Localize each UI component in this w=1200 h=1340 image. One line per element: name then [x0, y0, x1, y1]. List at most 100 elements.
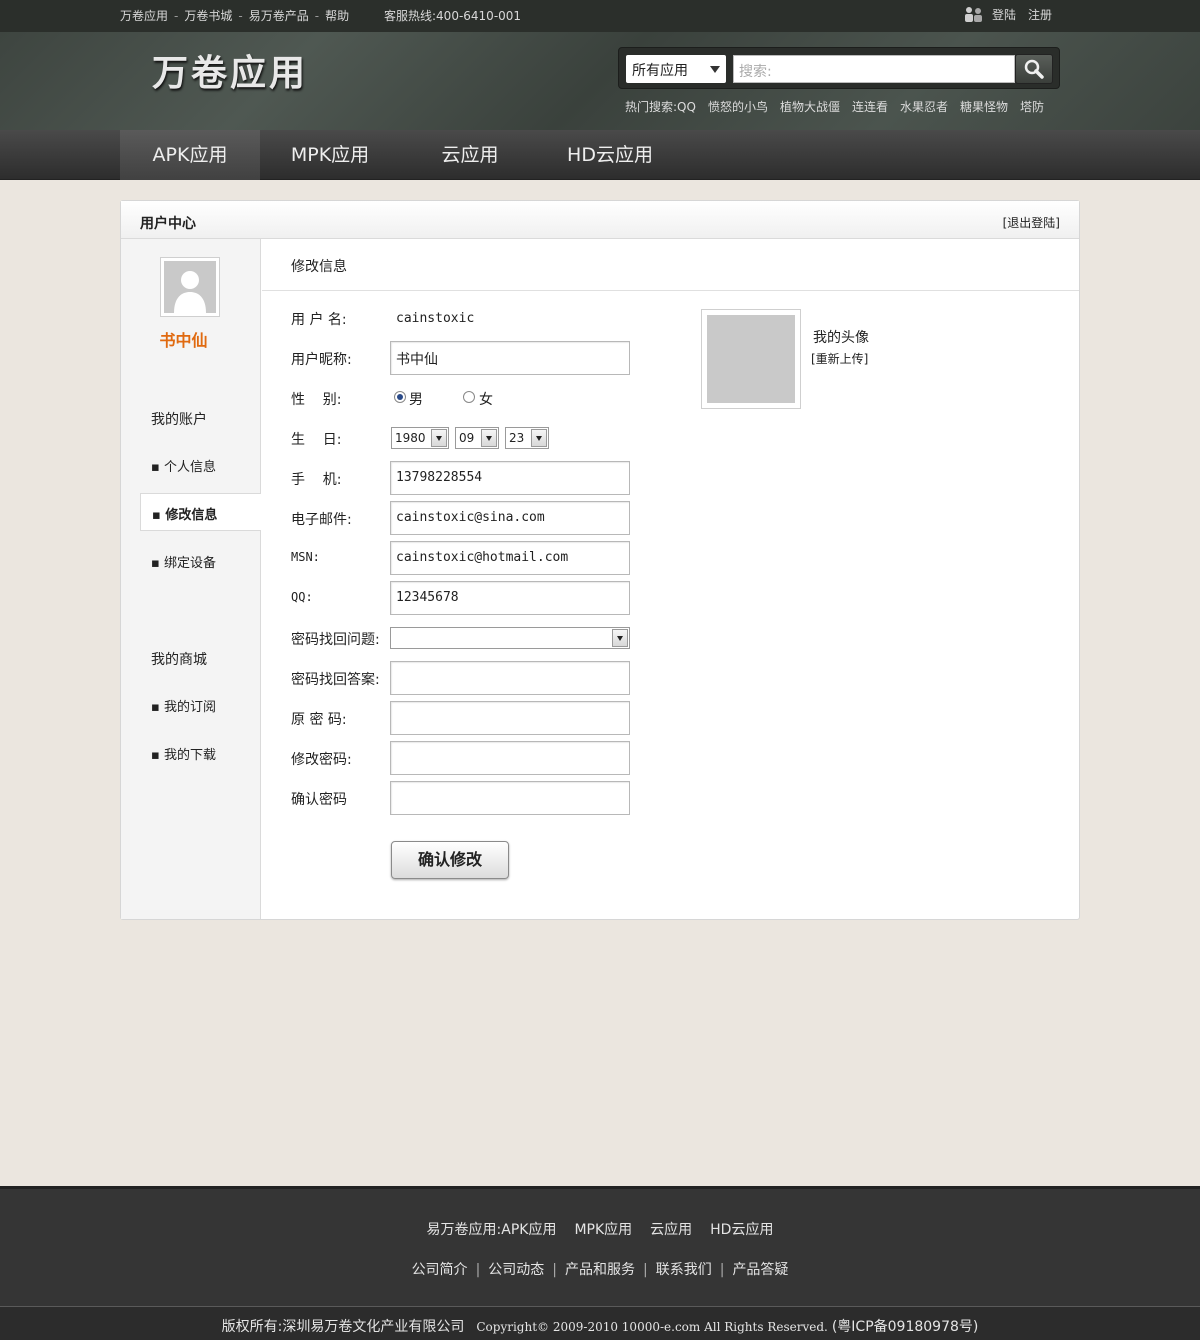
search-box: 所有应用 搜索: — [618, 47, 1060, 89]
hot-item[interactable]: 连连看 — [852, 100, 888, 114]
nav-item-cloud[interactable]: 云应用 — [400, 130, 540, 180]
nickname-input[interactable]: 书中仙 — [390, 341, 630, 375]
nav-item-mpk[interactable]: MPK应用 — [260, 130, 400, 180]
top-link-help[interactable]: 帮助 — [325, 9, 349, 23]
email-label: 电子邮件: — [291, 512, 352, 528]
sidebar-item-downloads[interactable]: ▪ 我的下载 — [151, 744, 216, 763]
footer-link-news[interactable]: 公司动态 — [488, 1262, 544, 1278]
nav-item-hd-cloud[interactable]: HD云应用 — [540, 130, 680, 180]
security-question-select[interactable] — [390, 627, 630, 649]
search-input[interactable]: 搜索: — [733, 55, 1015, 83]
content-header: 修改信息 — [262, 239, 1079, 291]
footer-link-apk[interactable]: 易万卷应用:APK应用 — [427, 1222, 557, 1238]
phone-input[interactable]: 13798228554 — [390, 461, 630, 495]
birth-year-select[interactable]: 1980 — [391, 427, 449, 449]
birth-day-select[interactable]: 23 — [505, 427, 549, 449]
register-link[interactable]: 注册 — [1028, 8, 1052, 22]
birthday-label: 生 日: — [291, 432, 342, 448]
msn-input[interactable]: cainstoxic@hotmail.com — [390, 541, 630, 575]
confirm-submit-button[interactable]: 确认修改 — [391, 841, 509, 879]
icp-number: (粤ICP备09180978号) — [831, 1319, 979, 1335]
search-scope-value: 所有应用 — [632, 63, 688, 79]
reupload-avatar-link[interactable]: [重新上传] — [811, 350, 868, 367]
gender-male-radio[interactable] — [394, 391, 406, 403]
username-value: cainstoxic — [396, 311, 475, 326]
hot-item[interactable]: 水果忍者 — [900, 100, 948, 114]
email-input[interactable]: cainstoxic@sina.com — [390, 501, 630, 535]
security-answer-input[interactable] — [390, 661, 630, 695]
footer-link-contact[interactable]: 联系我们 — [656, 1262, 712, 1278]
sidebar-username: 书中仙 — [159, 331, 208, 350]
footer-link-services[interactable]: 产品和服务 — [565, 1262, 635, 1278]
hotline-text: 客服热线:400-6410-001 — [384, 9, 522, 23]
chevron-down-icon — [481, 429, 497, 447]
avatar-preview — [701, 309, 801, 409]
footer-link-cloud[interactable]: 云应用 — [650, 1222, 692, 1238]
avatar — [160, 257, 220, 317]
sidebar-item-profile[interactable]: ▪ 个人信息 — [151, 456, 216, 475]
search-button[interactable] — [1015, 54, 1053, 84]
new-password-label: 修改密码: — [291, 752, 352, 768]
panel-title: 用户中心 — [140, 216, 196, 232]
footer-link-about[interactable]: 公司简介 — [412, 1262, 468, 1278]
phone-label: 手 机: — [291, 472, 342, 488]
footer-link-faq[interactable]: 产品答疑 — [732, 1262, 788, 1278]
qq-label: QQ: — [291, 590, 313, 604]
sidebar-group-account: 我的账户 — [151, 412, 207, 428]
search-icon — [1024, 59, 1044, 79]
sidebar-item-edit-info[interactable]: ▪ 修改信息 — [140, 493, 261, 531]
hot-item[interactable]: 愤怒的小鸟 — [708, 100, 768, 114]
top-links: 万卷应用 - 万卷书城 - 易万卷产品 - 帮助 — [120, 9, 350, 23]
hot-item[interactable]: QQ — [677, 100, 696, 114]
old-password-input[interactable] — [390, 701, 630, 735]
panel-header: 用户中心 [退出登陆] — [121, 201, 1079, 239]
default-user-icon — [164, 261, 216, 313]
hot-item[interactable]: 塔防 — [1020, 100, 1044, 114]
confirm-password-label: 确认密码 — [291, 792, 347, 808]
birth-month-value: 09 — [459, 431, 475, 445]
search-scope-select[interactable]: 所有应用 — [626, 55, 726, 83]
top-link-products[interactable]: 易万卷产品 — [249, 9, 309, 23]
user-links: 登陆 注册 — [964, 6, 1052, 23]
nickname-label: 用户昵称: — [291, 352, 352, 368]
sidebar-group-store: 我的商城 — [151, 652, 207, 668]
section-title: 修改信息 — [291, 259, 347, 275]
logout-link[interactable]: [退出登陆] — [1003, 214, 1060, 231]
gender-male-label: 男 — [409, 392, 423, 408]
new-password-input[interactable] — [390, 741, 630, 775]
gender-label: 性 别: — [291, 392, 342, 408]
users-icon — [964, 7, 982, 22]
msn-label: MSN: — [291, 550, 320, 564]
username-label: 用 户 名: — [291, 312, 347, 328]
login-link[interactable]: 登陆 — [992, 8, 1016, 22]
sidebar-item-bind-device[interactable]: ▪ 绑定设备 — [151, 552, 216, 571]
old-password-label: 原 密 码: — [291, 712, 347, 728]
footer-company-links: 公司简介 | 公司动态 | 产品和服务 | 联系我们 | 产品答疑 — [411, 1262, 789, 1278]
footer-link-mpk[interactable]: MPK应用 — [574, 1222, 632, 1238]
birth-month-select[interactable]: 09 — [455, 427, 499, 449]
top-link-bookstore[interactable]: 万卷书城 — [184, 9, 232, 23]
chevron-down-icon — [531, 429, 547, 447]
sidebar-item-subscriptions[interactable]: ▪ 我的订阅 — [151, 696, 216, 715]
security-answer-label: 密码找回答案: — [291, 672, 380, 688]
copyright-bar: 版权所有:深圳易万卷文化产业有限公司 Copyright© 2009-2010 1… — [0, 1306, 1200, 1340]
confirm-password-input[interactable] — [390, 781, 630, 815]
copyright-cn: 版权所有:深圳易万卷文化产业有限公司 — [221, 1319, 465, 1335]
my-avatar-label: 我的头像 — [813, 330, 869, 346]
footer-product-links: 易万卷应用:APK应用 MPK应用 云应用 HD云应用 — [0, 1219, 1200, 1239]
top-bar: 万卷应用 - 万卷书城 - 易万卷产品 - 帮助 客服热线:400-6410-001 登陆注… — [0, 0, 1200, 32]
footer-link-hd-cloud[interactable]: HD云应用 — [710, 1222, 773, 1238]
gender-female-label: 女 — [479, 392, 493, 408]
header: 万卷应用 所有应用 搜索: 热门搜索:QQ 愤怒的小鸟 植物大战僵 连连看 水果忍者 糖果… — [0, 32, 1200, 130]
hot-item[interactable]: 糖果怪物 — [960, 100, 1008, 114]
sidebar: 书中仙 我的账户 ▪ 个人信息 ▪ 修改信息 ▪ 绑定设备 我的商城 ▪ 我的订… — [121, 239, 261, 919]
nav-item-apk[interactable]: APK应用 — [120, 130, 260, 180]
hot-search-label: 热门搜索: — [625, 100, 678, 114]
site-logo[interactable]: 万卷应用 — [152, 44, 308, 96]
gender-female-radio[interactable] — [463, 391, 475, 403]
qq-input[interactable]: 12345678 — [390, 581, 630, 615]
top-link-wanjuan-app[interactable]: 万卷应用 — [120, 9, 168, 23]
copyright-en: Copyright© 2009-2010 10000-e.com All Rig… — [476, 1320, 828, 1334]
user-center-panel: 用户中心 [退出登陆] 书中仙 我的账户 ▪ 个人信息 ▪ 修改信息 ▪ 绑定设… — [120, 200, 1080, 920]
hot-item[interactable]: 植物大战僵 — [780, 100, 840, 114]
